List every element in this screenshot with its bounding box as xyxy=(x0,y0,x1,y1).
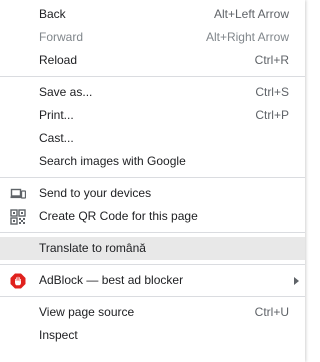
menu-item-label: Inspect xyxy=(39,328,78,342)
menu-item-search-images[interactable]: Search images with Google xyxy=(0,150,305,173)
qr-code-icon xyxy=(10,209,26,225)
menu-item-reload[interactable]: Reload Ctrl+R xyxy=(0,49,305,72)
adblock-icon xyxy=(10,273,26,289)
devices-icon xyxy=(10,188,26,199)
menu-item-label: Send to your devices xyxy=(39,186,152,200)
menu-item-label: Print... xyxy=(39,108,74,122)
menu-separator xyxy=(0,177,305,178)
menu-item-shortcut: Ctrl+P xyxy=(255,108,289,122)
menu-item-shortcut: Alt+Left Arrow xyxy=(213,7,289,21)
menu-item-view-page-source[interactable]: View page source Ctrl+U xyxy=(0,301,305,324)
menu-item-label: View page source xyxy=(39,305,135,319)
menu-separator xyxy=(0,264,305,265)
menu-item-label: Translate to română xyxy=(39,241,146,255)
submenu-arrow-icon xyxy=(294,277,299,285)
menu-item-shortcut: Ctrl+R xyxy=(254,53,289,67)
menu-item-label: Back xyxy=(39,7,66,21)
menu-item-cast[interactable]: Cast... xyxy=(0,127,305,150)
menu-item-label: AdBlock — best ad blocker xyxy=(39,273,184,287)
menu-item-send-to-devices[interactable]: Send to your devices xyxy=(0,182,305,205)
menu-separator xyxy=(0,76,305,77)
menu-item-forward[interactable]: Forward Alt+Right Arrow xyxy=(0,26,305,49)
page-background xyxy=(305,0,317,362)
menu-item-print[interactable]: Print... Ctrl+P xyxy=(0,104,305,127)
menu-separator xyxy=(0,232,305,233)
menu-item-shortcut: Ctrl+S xyxy=(255,85,289,99)
menu-item-label: Cast... xyxy=(39,131,74,145)
menu-item-label: Reload xyxy=(39,53,78,67)
menu-item-translate[interactable]: Translate to română xyxy=(0,237,305,260)
menu-item-back[interactable]: Back Alt+Left Arrow xyxy=(0,3,305,26)
menu-item-create-qr-code[interactable]: Create QR Code for this page xyxy=(0,205,305,228)
menu-item-adblock[interactable]: AdBlock — best ad blocker xyxy=(0,269,305,292)
menu-item-label: Search images with Google xyxy=(39,154,186,168)
menu-item-inspect[interactable]: Inspect xyxy=(0,324,305,347)
menu-item-shortcut: Alt+Right Arrow xyxy=(205,30,289,44)
menu-item-label: Forward xyxy=(39,30,84,44)
menu-separator xyxy=(0,296,305,297)
menu-item-shortcut: Ctrl+U xyxy=(254,305,289,319)
menu-item-label: Create QR Code for this page xyxy=(39,209,198,223)
menu-item-save-as[interactable]: Save as... Ctrl+S xyxy=(0,81,305,104)
menu-item-label: Save as... xyxy=(39,85,93,99)
browser-context-menu: Back Alt+Left Arrow Forward Alt+Right Ar… xyxy=(0,0,305,362)
context-menu-screen: Back Alt+Left Arrow Forward Alt+Right Ar… xyxy=(0,0,317,362)
